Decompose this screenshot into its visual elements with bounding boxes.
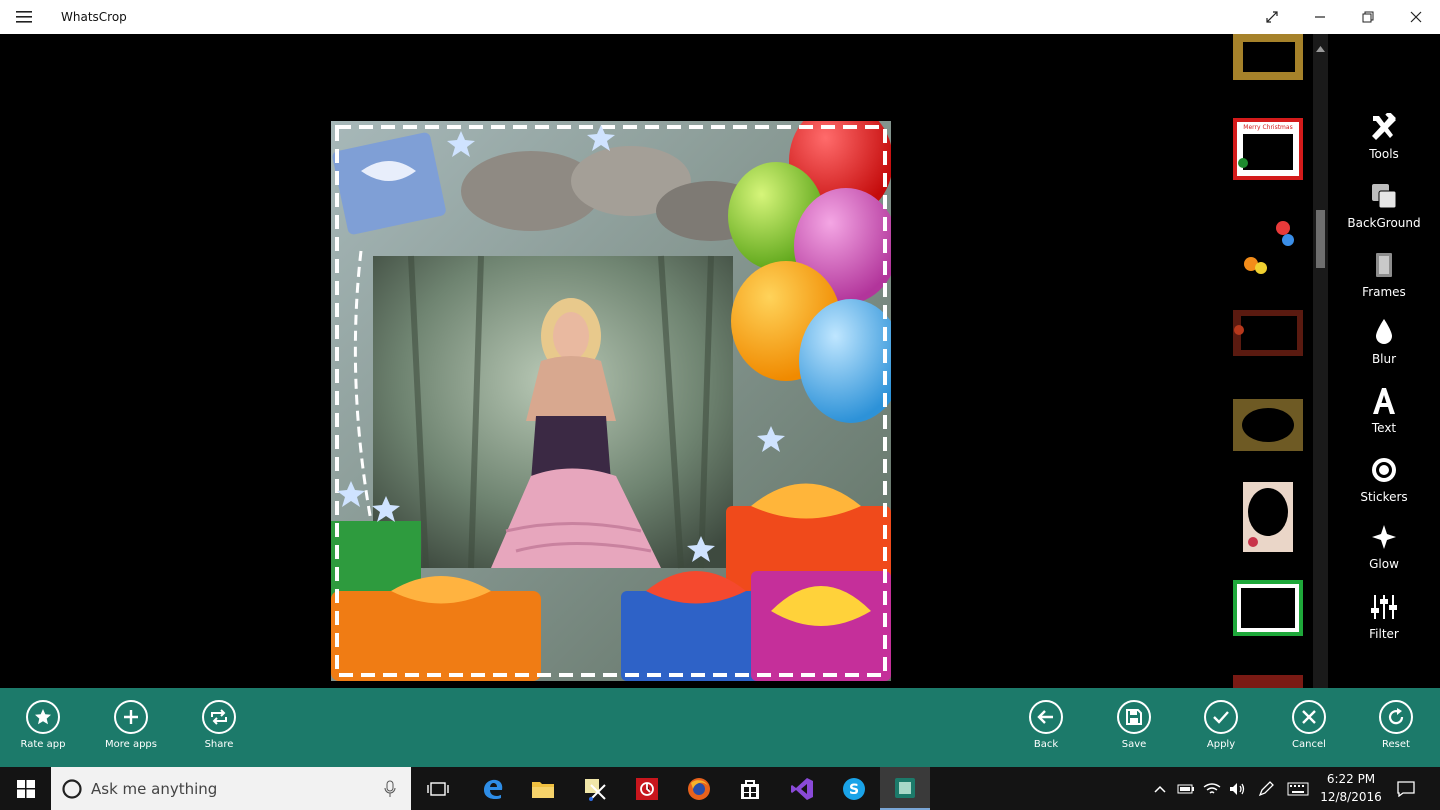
tool-blur[interactable]: Blur	[1328, 314, 1440, 374]
button-label: Rate app	[20, 739, 66, 750]
save-icon	[1117, 700, 1151, 734]
taskbar-clock[interactable]: 6:22 PM 12/8/2016	[1318, 770, 1384, 806]
frames-thumbnail-strip: Merry Christmas	[1216, 34, 1316, 688]
pen-icon[interactable]	[1254, 767, 1278, 810]
whatscrop-taskbar-icon[interactable]	[880, 767, 930, 810]
windows-start-icon[interactable]	[0, 767, 51, 810]
app-title: WhatsCrop	[61, 10, 127, 24]
task-view-icon[interactable]	[413, 767, 463, 810]
tools-panel: Tools BackGround Frames Blur Text Sticke…	[1328, 34, 1440, 688]
snipping-tool-icon[interactable]	[570, 767, 620, 810]
frame-thumbnail-balloons[interactable]	[1233, 206, 1303, 276]
firefox-icon[interactable]	[674, 767, 724, 810]
frame-thumbnail-christmas[interactable]: Merry Christmas	[1233, 118, 1303, 188]
button-label: More apps	[104, 739, 157, 750]
cancel-button[interactable]: Cancel	[1264, 700, 1354, 762]
button-label: Cancel	[1292, 739, 1326, 750]
title-bar: WhatsCrop	[0, 0, 1440, 34]
chevron-up-icon[interactable]	[1150, 767, 1170, 810]
frames-scrollbar[interactable]	[1313, 34, 1328, 688]
frame-thumbnail-vintage[interactable]	[1233, 399, 1303, 469]
tool-frames[interactable]: Frames	[1328, 247, 1440, 307]
clock-time: 6:22 PM	[1326, 772, 1376, 786]
drop-icon	[1374, 314, 1394, 350]
file-explorer-icon[interactable]	[518, 767, 568, 810]
share-icon	[202, 700, 236, 734]
svg-text:S: S	[849, 782, 859, 798]
tool-stickers[interactable]: Stickers	[1328, 452, 1440, 512]
plus-icon	[114, 700, 148, 734]
apply-button[interactable]: Apply	[1176, 700, 1266, 762]
notifications-icon[interactable]	[1390, 767, 1422, 810]
tool-label: Glow	[1369, 557, 1399, 571]
tool-label: Filter	[1369, 627, 1399, 641]
battery-icon[interactable]	[1174, 767, 1198, 810]
button-label: Save	[1121, 739, 1147, 750]
sticker-icon	[1370, 452, 1398, 488]
edited-photo[interactable]	[331, 121, 891, 681]
sparkle-icon	[1371, 519, 1397, 555]
cortana-circle-icon	[62, 778, 82, 799]
rate-app-button[interactable]: Rate app	[0, 700, 88, 762]
frame-thumbnail-green[interactable]	[1233, 580, 1303, 650]
more-apps-button[interactable]: More apps	[86, 700, 176, 762]
red-app-icon[interactable]	[622, 767, 672, 810]
store-icon[interactable]	[725, 767, 775, 810]
layers-icon	[1370, 178, 1398, 214]
share-button[interactable]: Share	[174, 700, 264, 762]
minimize-icon[interactable]	[1296, 0, 1344, 34]
back-button[interactable]: Back	[1001, 700, 1091, 762]
wifi-icon[interactable]	[1200, 767, 1224, 810]
frame-thumbnail-oval[interactable]	[1233, 482, 1303, 552]
app-command-bar: Rate app More apps Share Back Save Apply	[0, 688, 1440, 767]
tool-label: Tools	[1369, 147, 1399, 161]
clock-date: 12/8/2016	[1320, 790, 1382, 804]
visual-studio-icon[interactable]	[777, 767, 827, 810]
frame-thumbnail-partial[interactable]	[1233, 674, 1303, 688]
tool-tools[interactable]: Tools	[1328, 109, 1440, 169]
button-label: Apply	[1206, 739, 1236, 750]
tool-label: Text	[1371, 421, 1397, 435]
skype-icon[interactable]: S	[829, 767, 879, 810]
sliders-icon	[1370, 589, 1398, 625]
microphone-icon[interactable]	[384, 780, 396, 798]
tool-label: BackGround	[1347, 216, 1421, 230]
cortana-search-box[interactable]: Ask me anything	[51, 767, 411, 810]
close-icon[interactable]	[1392, 0, 1440, 34]
tool-label: Frames	[1362, 285, 1406, 299]
reset-button[interactable]: Reset	[1351, 700, 1440, 762]
frame-thumbnail-gold[interactable]	[1233, 34, 1303, 104]
search-placeholder: Ask me anything	[91, 779, 218, 798]
arrow-left-icon	[1029, 700, 1063, 734]
x-icon	[1292, 700, 1326, 734]
button-label: Reset	[1382, 739, 1410, 750]
edge-browser-icon[interactable]	[468, 767, 518, 810]
text-a-icon	[1371, 383, 1397, 419]
windows-taskbar: Ask me anything S 6:22 PM 12/8/2016	[0, 767, 1440, 810]
button-label: Back	[1033, 739, 1059, 750]
keyboard-icon[interactable]	[1284, 767, 1312, 810]
tool-label: Stickers	[1360, 490, 1408, 504]
scrollbar-thumb[interactable]	[1316, 210, 1325, 268]
check-icon	[1204, 700, 1238, 734]
button-label: Share	[204, 739, 234, 750]
hammer-wrench-icon	[1369, 109, 1399, 145]
tool-glow[interactable]: Glow	[1328, 519, 1440, 579]
restore-icon[interactable]	[1344, 0, 1392, 34]
refresh-icon	[1379, 700, 1413, 734]
fullscreen-icon[interactable]	[1248, 0, 1296, 34]
save-button[interactable]: Save	[1089, 700, 1179, 762]
star-icon	[26, 700, 60, 734]
volume-icon[interactable]	[1226, 767, 1250, 810]
tool-text[interactable]: Text	[1328, 383, 1440, 443]
tool-background[interactable]: BackGround	[1328, 178, 1440, 238]
frame-thumbnail-dark-red[interactable]	[1233, 310, 1303, 380]
frame-icon	[1374, 247, 1394, 283]
tool-label: Blur	[1371, 352, 1397, 366]
hamburger-menu-icon[interactable]	[0, 0, 48, 34]
frame-thumbnail-caption: Merry Christmas	[1243, 124, 1292, 131]
tool-filter[interactable]: Filter	[1328, 589, 1440, 649]
